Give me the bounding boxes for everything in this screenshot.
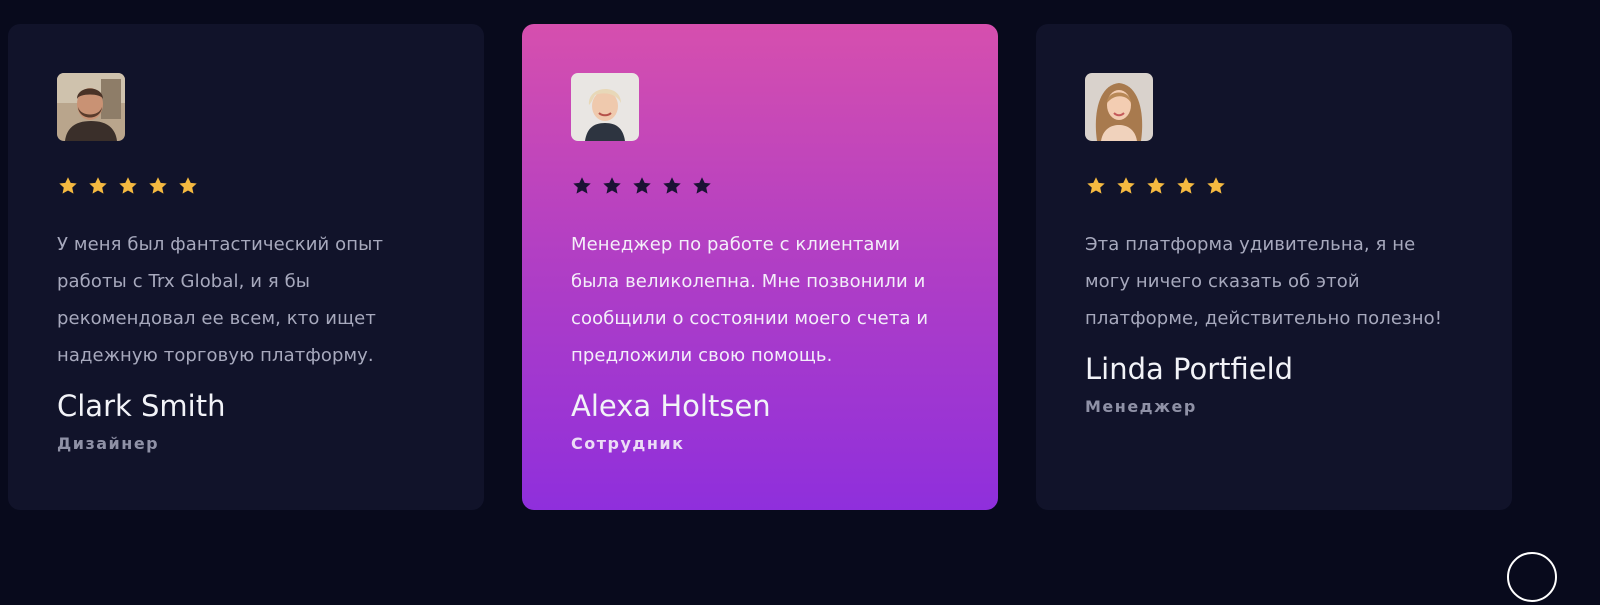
- star-icon: [177, 175, 199, 197]
- reviewer-name: Alexa Holtsen: [571, 389, 771, 423]
- star-icon: [691, 175, 713, 197]
- testimonial-card-2: Менеджер по работе с клиентами была вели…: [522, 24, 998, 510]
- scroll-to-top-button[interactable]: [1507, 552, 1557, 602]
- star-icon: [571, 175, 593, 197]
- star-icon: [1205, 175, 1227, 197]
- star-icon: [601, 175, 623, 197]
- star-icon: [147, 175, 169, 197]
- testimonial-quote: Эта платформа удивительна, я не могу нич…: [1085, 234, 1443, 329]
- reviewer-role: Менеджер: [1085, 397, 1197, 416]
- testimonial-quote: У меня был фантастический опыт работы с …: [57, 234, 384, 366]
- star-icon: [631, 175, 653, 197]
- avatar: [1085, 73, 1153, 141]
- star-icon: [87, 175, 109, 197]
- star-icon: [1085, 175, 1107, 197]
- rating-stars: [1085, 175, 1463, 199]
- testimonial-card-3: Эта платформа удивительна, я не могу нич…: [1036, 24, 1512, 510]
- rating-stars: [57, 175, 435, 199]
- reviewer-name: Clark Smith: [57, 389, 226, 423]
- rating-stars: [571, 175, 949, 199]
- star-icon: [1115, 175, 1137, 197]
- testimonial-quote: Менеджер по работе с клиентами была вели…: [571, 234, 929, 366]
- avatar: [57, 73, 125, 141]
- star-icon: [117, 175, 139, 197]
- reviewer-role: Сотрудник: [571, 434, 685, 453]
- reviewer-role: Дизайнер: [57, 434, 160, 453]
- reviewer-name: Linda Portfield: [1085, 352, 1294, 386]
- star-icon: [661, 175, 683, 197]
- testimonial-card-1: У меня был фантастический опыт работы с …: [8, 24, 484, 510]
- star-icon: [1145, 175, 1167, 197]
- star-icon: [57, 175, 79, 197]
- star-icon: [1175, 175, 1197, 197]
- avatar: [571, 73, 639, 141]
